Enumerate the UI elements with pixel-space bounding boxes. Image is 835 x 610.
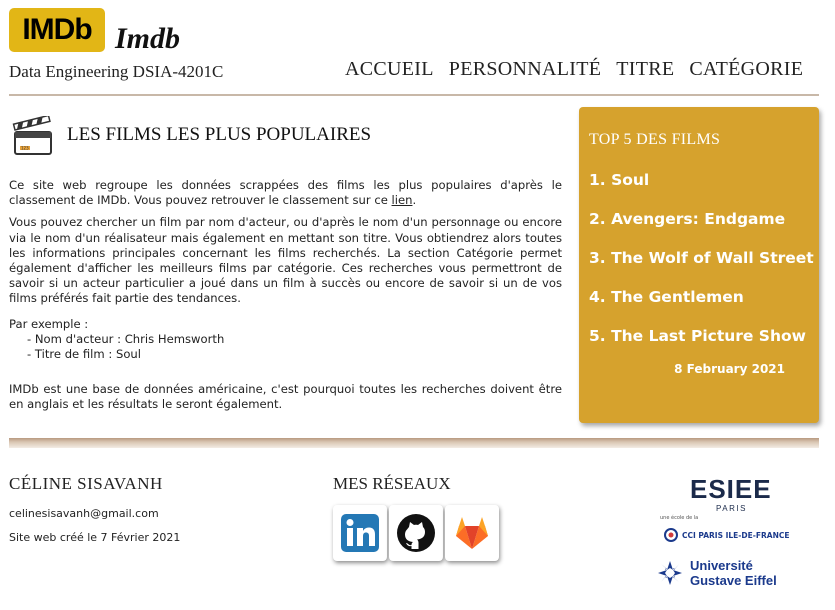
imdb-note: IMDb est une base de données américaine,… (9, 382, 562, 412)
university-line2: Gustave Eiffel (690, 573, 777, 588)
university-name: Université Gustave Eiffel (690, 558, 777, 588)
author-email[interactable]: celinesisavanh@gmail.com (9, 507, 159, 520)
intro-paragraph: Ce site web regroupe les données scrappé… (9, 178, 562, 208)
top5-date: 8 February 2021 (674, 362, 785, 376)
ranking-link[interactable]: lien (392, 193, 413, 207)
linkedin-icon[interactable] (333, 505, 387, 561)
imdb-logo[interactable]: IMDb (9, 8, 105, 52)
author-name: CÉLINE SISAVANH (9, 474, 163, 493)
site-title: Imdb (115, 22, 181, 55)
main-content: Ce site web regroupe les données scrappé… (9, 178, 562, 420)
top5-title: TOP 5 DES FILMS (589, 131, 721, 148)
esiee-city: PARIS (716, 504, 747, 513)
example-item: - Titre de film : Soul (27, 347, 141, 362)
description-paragraph: Vous pouvez chercher un film par nom d'a… (9, 215, 562, 306)
top5-item[interactable]: 3. The Wolf of Wall Street (589, 247, 814, 286)
top5-item[interactable]: 5. The Last Picture Show (589, 325, 814, 364)
nav-titre[interactable]: TITRE (616, 58, 674, 81)
nav-accueil[interactable]: ACCUEIL (345, 58, 434, 81)
networks-title: MES RÉSEAUX (333, 474, 451, 493)
university-logo: Université Gustave Eiffel (656, 558, 777, 588)
gitlab-icon[interactable] (445, 505, 499, 561)
svg-text:123: 123 (21, 146, 29, 151)
cci-icon (664, 528, 678, 542)
university-line1: Université (690, 558, 753, 573)
cci-text: CCI PARIS ILE-DE-FRANCE (682, 530, 790, 540)
university-icon (658, 561, 682, 585)
esiee-logo: ESIEE (690, 474, 772, 504)
site-subtitle: Data Engineering DSIA-4201C (9, 62, 224, 81)
cci-logo: CCI PARIS ILE-DE-FRANCE (664, 528, 789, 542)
example-block: Par exemple : - Nom d'acteur : Chris Hem… (9, 317, 562, 363)
top5-item[interactable]: 4. The Gentlemen (589, 286, 814, 325)
github-icon[interactable] (389, 505, 443, 561)
top5-item[interactable]: 2. Avengers: Endgame (589, 208, 814, 247)
example-label: Par exemple : (9, 316, 89, 331)
intro-text: Ce site web regroupe les données scrappé… (9, 178, 562, 208)
top5-item[interactable]: 1. Soul (589, 169, 814, 208)
main-nav: ACCUEIL PERSONNALITÉ TITRE CATÉGORIE (345, 58, 803, 81)
top5-list: 1. Soul 2. Avengers: Endgame 3. The Wolf… (589, 169, 814, 364)
header-divider (9, 94, 819, 96)
esiee-subtext: une école de la (660, 515, 699, 521)
creation-date: Site web créé le 7 Février 2021 (9, 531, 181, 544)
nav-categorie[interactable]: CATÉGORIE (689, 58, 803, 81)
intro-end: . (412, 193, 417, 208)
clapperboard-icon: 123 (12, 116, 52, 155)
networks-row (333, 505, 499, 561)
example-item: - Nom d'acteur : Chris Hemsworth (27, 331, 225, 346)
nav-personnalite[interactable]: PERSONNALITÉ (449, 58, 602, 81)
page-title: LES FILMS LES PLUS POPULAIRES (67, 124, 372, 145)
footer-divider (9, 438, 819, 448)
top5-panel: TOP 5 DES FILMS 1. Soul 2. Avengers: End… (579, 107, 819, 423)
